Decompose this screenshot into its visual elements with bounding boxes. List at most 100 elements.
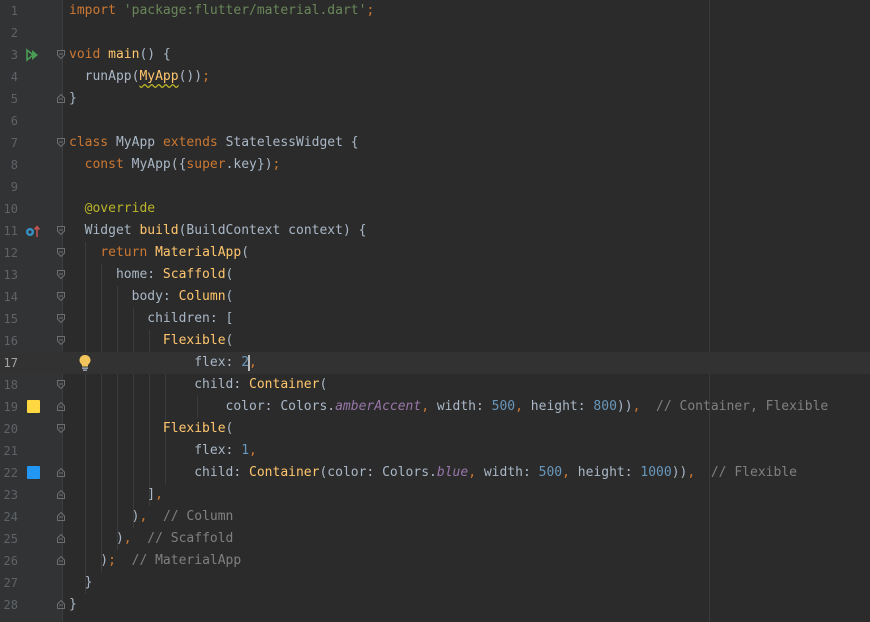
line-number[interactable]: 14 — [0, 286, 18, 308]
code-line-18[interactable]: 18 child: Container( — [0, 374, 870, 396]
line-number[interactable]: 27 — [0, 572, 18, 594]
code-line-22[interactable]: 22 child: Container(color: Colors.blue, … — [0, 462, 870, 484]
code-editor[interactable]: 1 import 'package:flutter/material.dart';… — [0, 0, 870, 622]
line-number[interactable]: 19 — [0, 396, 18, 418]
code-line-24[interactable]: 24 ), // Column — [0, 506, 870, 528]
color-swatch-icon[interactable] — [27, 466, 40, 479]
code-line-4[interactable]: 4 runApp(MyApp()); — [0, 66, 870, 88]
line-code[interactable]: return MaterialApp( — [69, 242, 249, 264]
line-number[interactable]: 1 — [0, 0, 18, 22]
line-code[interactable]: body: Column( — [69, 286, 234, 308]
fold-marker-icon[interactable] — [57, 534, 65, 543]
line-number[interactable]: 28 — [0, 594, 18, 616]
code-line-6[interactable]: 6 — [0, 110, 870, 132]
code-line-8[interactable]: 8 const MyApp({super.key}); — [0, 154, 870, 176]
line-code[interactable]: flex: 2, — [69, 352, 257, 374]
code-line-17[interactable]: 17 flex: 2, — [0, 352, 870, 374]
code-line-26[interactable]: 26 ); // MaterialApp — [0, 550, 870, 572]
code-line-21[interactable]: 21 flex: 1, — [0, 440, 870, 462]
line-number[interactable]: 4 — [0, 66, 18, 88]
fold-marker-icon[interactable] — [57, 226, 65, 235]
line-code[interactable]: @override — [69, 198, 155, 220]
line-number[interactable]: 2 — [0, 22, 18, 44]
line-code[interactable]: } — [69, 594, 77, 616]
intention-bulb-icon[interactable] — [78, 354, 92, 372]
line-code[interactable]: void main() { — [69, 44, 171, 66]
fold-marker-icon[interactable] — [57, 292, 65, 301]
fold-marker-icon[interactable] — [57, 50, 65, 59]
code-line-27[interactable]: 27 } — [0, 572, 870, 594]
code-line-19[interactable]: 19 color: Colors.amberAccent, width: 500… — [0, 396, 870, 418]
line-code[interactable]: child: Container( — [69, 374, 327, 396]
line-code[interactable]: Flexible( — [69, 418, 233, 440]
line-number[interactable]: 13 — [0, 264, 18, 286]
color-swatch-icon[interactable] — [27, 400, 40, 413]
override-gutter-icon[interactable] — [25, 224, 41, 238]
line-code[interactable]: children: [ — [69, 308, 233, 330]
line-code[interactable]: ); // MaterialApp — [69, 550, 241, 572]
code-line-2[interactable]: 2 — [0, 22, 870, 44]
code-line-28[interactable]: 28} — [0, 594, 870, 616]
fold-marker-icon[interactable] — [57, 424, 65, 433]
line-code[interactable]: ), // Scaffold — [69, 528, 233, 550]
line-code[interactable]: color: Colors.amberAccent, width: 500, h… — [69, 396, 829, 418]
line-code[interactable]: } — [69, 572, 93, 594]
line-number[interactable]: 22 — [0, 462, 18, 484]
line-number[interactable]: 6 — [0, 110, 18, 132]
code-line-23[interactable]: 23 ], — [0, 484, 870, 506]
line-number[interactable]: 18 — [0, 374, 18, 396]
code-line-13[interactable]: 13 home: Scaffold( — [0, 264, 870, 286]
code-line-16[interactable]: 16 Flexible( — [0, 330, 870, 352]
line-number[interactable]: 8 — [0, 154, 18, 176]
fold-marker-icon[interactable] — [57, 468, 65, 477]
line-code[interactable]: import 'package:flutter/material.dart'; — [69, 0, 374, 22]
code-line-10[interactable]: 10 @override — [0, 198, 870, 220]
code-line-9[interactable]: 9 — [0, 176, 870, 198]
line-number[interactable]: 26 — [0, 550, 18, 572]
line-number[interactable]: 5 — [0, 88, 18, 110]
line-number[interactable]: 9 — [0, 176, 18, 198]
line-code[interactable]: runApp(MyApp()); — [69, 66, 210, 88]
code-line-20[interactable]: 20 Flexible( — [0, 418, 870, 440]
fold-marker-icon[interactable] — [57, 314, 65, 323]
line-code[interactable]: } — [69, 88, 77, 110]
fold-marker-icon[interactable] — [57, 270, 65, 279]
fold-marker-icon[interactable] — [57, 490, 65, 499]
line-number[interactable]: 3 — [0, 44, 18, 66]
line-code[interactable]: Flexible( — [69, 330, 233, 352]
code-line-5[interactable]: 5} — [0, 88, 870, 110]
line-number[interactable]: 10 — [0, 198, 18, 220]
line-number[interactable]: 21 — [0, 440, 18, 462]
fold-marker-icon[interactable] — [57, 248, 65, 257]
line-number[interactable]: 7 — [0, 132, 18, 154]
code-line-12[interactable]: 12 return MaterialApp( — [0, 242, 870, 264]
line-code[interactable]: class MyApp extends StatelessWidget { — [69, 132, 359, 154]
line-number[interactable]: 25 — [0, 528, 18, 550]
line-number[interactable]: 17 — [0, 352, 18, 374]
line-number[interactable]: 16 — [0, 330, 18, 352]
fold-marker-icon[interactable] — [57, 138, 65, 147]
line-code[interactable]: flex: 1, — [69, 440, 257, 462]
line-number[interactable]: 24 — [0, 506, 18, 528]
fold-marker-icon[interactable] — [57, 336, 65, 345]
code-line-1[interactable]: 1 import 'package:flutter/material.dart'; — [0, 0, 870, 22]
line-number[interactable]: 12 — [0, 242, 18, 264]
code-line-15[interactable]: 15 children: [ — [0, 308, 870, 330]
code-line-3[interactable]: 3 void main() { — [0, 44, 870, 66]
line-number[interactable]: 23 — [0, 484, 18, 506]
run-gutter-icon[interactable] — [26, 48, 40, 62]
fold-marker-icon[interactable] — [57, 512, 65, 521]
fold-marker-icon[interactable] — [57, 94, 65, 103]
fold-marker-icon[interactable] — [57, 402, 65, 411]
line-number[interactable]: 20 — [0, 418, 18, 440]
line-code[interactable]: home: Scaffold( — [69, 264, 233, 286]
fold-marker-icon[interactable] — [57, 600, 65, 609]
line-code[interactable]: ], — [69, 484, 163, 506]
line-code[interactable]: const MyApp({super.key}); — [69, 154, 281, 176]
line-number[interactable]: 15 — [0, 308, 18, 330]
line-code[interactable]: Widget build(BuildContext context) { — [69, 220, 367, 242]
line-number[interactable]: 11 — [0, 220, 18, 242]
fold-marker-icon[interactable] — [57, 380, 65, 389]
code-line-25[interactable]: 25 ), // Scaffold — [0, 528, 870, 550]
code-line-14[interactable]: 14 body: Column( — [0, 286, 870, 308]
